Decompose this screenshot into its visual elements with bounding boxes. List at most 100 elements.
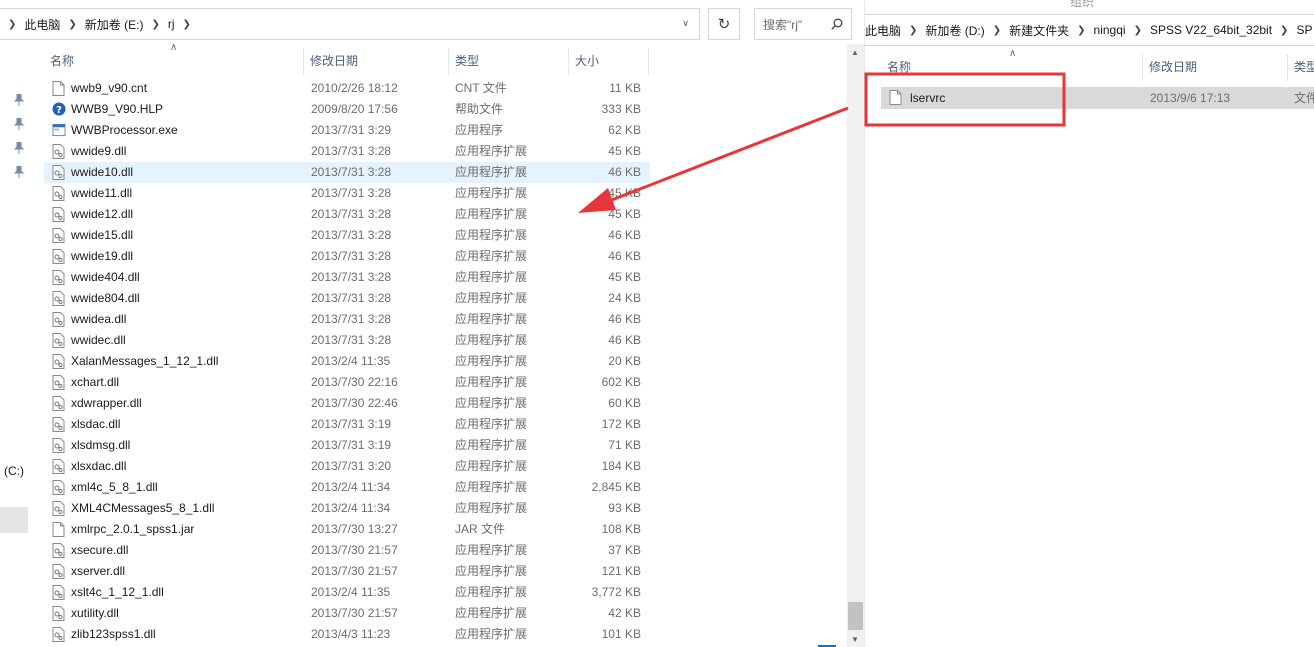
file-name[interactable]: lservrc bbox=[910, 87, 945, 109]
file-row[interactable]: xlsxdac.dll 2013/7/31 3:20 应用程序扩展 184 KB bbox=[44, 456, 650, 477]
file-name[interactable]: WWBProcessor.exe bbox=[71, 120, 178, 141]
breadcrumb-chevron-icon[interactable]: ❯ bbox=[909, 25, 917, 36]
file-name[interactable]: wwide10.dll bbox=[71, 162, 133, 183]
file-row[interactable]: lservrc 2013/9/6 17:13 文件 bbox=[881, 87, 1314, 109]
file-row[interactable]: wwb9_v90.cnt 2010/2/26 18:12 CNT 文件 11 KB bbox=[44, 78, 650, 99]
file-row[interactable]: WWBProcessor.exe 2013/7/31 3:29 应用程序 62 KB bbox=[44, 120, 650, 141]
file-name[interactable]: wwide19.dll bbox=[71, 246, 133, 267]
address-bar[interactable]: 此电脑 ❯ 新加卷 (D:) ❯ 新建文件夹 ❯ ningqi ❯ SPSS V… bbox=[865, 14, 1314, 46]
column-header-name[interactable]: 名称 bbox=[44, 48, 304, 75]
file-row[interactable]: XML4CMessages5_8_1.dll 2013/2/4 11:34 应用程序… bbox=[44, 498, 650, 519]
file-name[interactable]: xlsxdac.dll bbox=[71, 456, 126, 477]
file-row[interactable]: XalanMessages_1_12_1.dll 2013/2/4 11:35 应用… bbox=[44, 351, 650, 372]
file-type: 应用程序扩展 bbox=[455, 627, 528, 641]
pin-icon[interactable] bbox=[14, 94, 24, 106]
scroll-down-arrow-icon[interactable]: ▼ bbox=[851, 635, 859, 644]
file-name[interactable]: xml4c_5_8_1.dll bbox=[71, 477, 158, 498]
file-row[interactable]: wwide12.dll 2013/7/31 3:28 应用程序扩展 45 KB bbox=[44, 204, 650, 225]
file-row[interactable]: wwidea.dll 2013/7/31 3:28 应用程序扩展 46 KB bbox=[44, 309, 650, 330]
column-header-date[interactable]: 修改日期 bbox=[1143, 54, 1288, 81]
breadcrumb-chevron-icon[interactable]: ❯ bbox=[1280, 25, 1288, 36]
file-row[interactable]: wwide19.dll 2013/7/31 3:28 应用程序扩展 46 KB bbox=[44, 246, 650, 267]
file-name[interactable]: xserver.dll bbox=[71, 561, 125, 582]
scrollbar-thumb[interactable] bbox=[848, 602, 863, 630]
file-name[interactable]: xlsdac.dll bbox=[71, 414, 120, 435]
breadcrumb-this-pc[interactable]: 此电脑 bbox=[865, 22, 901, 39]
file-row[interactable]: wwide15.dll 2013/7/31 3:28 应用程序扩展 46 KB bbox=[44, 225, 650, 246]
ribbon-organize-label[interactable]: 组织 bbox=[1070, 0, 1094, 10]
breadcrumb-chevron-icon[interactable]: ❯ bbox=[993, 25, 1001, 36]
file-name[interactable]: xchart.dll bbox=[71, 372, 119, 393]
file-row[interactable]: xslt4c_1_12_1.dll 2013/2/4 11:35 应用程序扩展 3,7… bbox=[44, 582, 650, 603]
search-icon[interactable] bbox=[831, 18, 843, 30]
file-name[interactable]: xdwrapper.dll bbox=[71, 393, 142, 414]
file-list: wwb9_v90.cnt 2010/2/26 18:12 CNT 文件 11 KB? W… bbox=[44, 78, 650, 645]
file-row[interactable]: xchart.dll 2013/7/30 22:16 应用程序扩展 602 KB bbox=[44, 372, 650, 393]
file-name[interactable]: wwide804.dll bbox=[71, 288, 140, 309]
vertical-scrollbar[interactable]: ▲ ▼ bbox=[847, 44, 864, 647]
file-row[interactable]: xsecure.dll 2013/7/30 21:57 应用程序扩展 37 KB bbox=[44, 540, 650, 561]
file-row[interactable]: wwidec.dll 2013/7/31 3:28 应用程序扩展 46 KB bbox=[44, 330, 650, 351]
file-row[interactable]: wwide10.dll 2013/7/31 3:28 应用程序扩展 46 KB bbox=[44, 162, 650, 183]
breadcrumb-drive-e[interactable]: 新加卷 (E:) bbox=[85, 16, 144, 33]
file-row[interactable]: xmlrpc_2.0.1_spss1.jar 2013/7/30 13:27 JAR… bbox=[44, 519, 650, 540]
pin-icon[interactable] bbox=[14, 142, 24, 154]
breadcrumb-chevron-icon[interactable]: ❯ bbox=[1134, 25, 1142, 36]
file-name[interactable]: wwide12.dll bbox=[71, 204, 133, 225]
breadcrumb-spss-folder[interactable]: SPSS V22_64bit_32bit bbox=[1150, 23, 1272, 37]
file-name[interactable]: wwide11.dll bbox=[71, 183, 132, 204]
file-name[interactable]: WWB9_V90.HLP bbox=[71, 99, 163, 120]
nav-item-selected[interactable] bbox=[0, 507, 28, 533]
file-row[interactable]: zlib123spss1.dll 2013/4/3 11:23 应用程序扩展 101 … bbox=[44, 624, 650, 645]
breadcrumb-chevron-icon[interactable]: ❯ bbox=[1077, 25, 1085, 36]
file-name[interactable]: XalanMessages_1_12_1.dll bbox=[71, 351, 218, 372]
file-name[interactable]: wwb9_v90.cnt bbox=[71, 78, 147, 99]
file-row[interactable]: xdwrapper.dll 2013/7/30 22:46 应用程序扩展 60 KB bbox=[44, 393, 650, 414]
file-name[interactable]: wwide15.dll bbox=[71, 225, 133, 246]
breadcrumb-drive-d[interactable]: 新加卷 (D:) bbox=[925, 22, 984, 39]
pin-icon[interactable] bbox=[14, 166, 24, 178]
file-row[interactable]: xml4c_5_8_1.dll 2013/2/4 11:34 应用程序扩展 2,845… bbox=[44, 477, 650, 498]
address-bar[interactable]: ❯ 此电脑 ❯ 新加卷 (E:) ❯ rj ❯ ∨ bbox=[0, 8, 700, 40]
file-name[interactable]: wwidea.dll bbox=[71, 309, 126, 330]
breadcrumb-chevron-icon[interactable]: ❯ bbox=[8, 19, 16, 30]
file-row[interactable]: wwide11.dll 2013/7/31 3:28 应用程序扩展 45 KB bbox=[44, 183, 650, 204]
file-name[interactable]: xsecure.dll bbox=[71, 540, 128, 561]
column-header-date[interactable]: 修改日期 bbox=[304, 48, 449, 75]
column-header-size[interactable]: 大小 bbox=[569, 48, 649, 75]
file-name[interactable]: xutility.dll bbox=[71, 603, 119, 624]
file-name[interactable]: XML4CMessages5_8_1.dll bbox=[71, 498, 214, 519]
file-name[interactable]: xslt4c_1_12_1.dll bbox=[71, 582, 164, 603]
refresh-button[interactable]: ↻ bbox=[708, 8, 740, 40]
breadcrumb-chevron-icon[interactable]: ❯ bbox=[68, 19, 76, 30]
file-name[interactable]: xlsdmsg.dll bbox=[71, 435, 130, 456]
address-history-chevron-down-icon[interactable]: ∨ bbox=[682, 18, 689, 29]
file-name[interactable]: wwidec.dll bbox=[71, 330, 126, 351]
file-name[interactable]: wwide404.dll bbox=[71, 267, 140, 288]
breadcrumb-this-pc[interactable]: 此电脑 bbox=[24, 16, 60, 33]
nav-item-c-drive[interactable]: (C:) bbox=[4, 464, 24, 478]
breadcrumb-chevron-icon[interactable]: ❯ bbox=[151, 19, 159, 30]
scroll-up-arrow-icon[interactable]: ▲ bbox=[851, 48, 859, 57]
file-row[interactable]: xutility.dll 2013/7/30 21:57 应用程序扩展 42 KB bbox=[44, 603, 650, 624]
pin-icon[interactable] bbox=[14, 118, 24, 130]
file-row[interactable]: wwide804.dll 2013/7/31 3:28 应用程序扩展 24 KB bbox=[44, 288, 650, 309]
file-row[interactable]: xserver.dll 2013/7/30 21:57 应用程序扩展 121 KB bbox=[44, 561, 650, 582]
file-row[interactable]: xlsdac.dll 2013/7/31 3:19 应用程序扩展 172 KB bbox=[44, 414, 650, 435]
file-name[interactable]: wwide9.dll bbox=[71, 141, 126, 162]
search-box[interactable]: 搜索"rj" bbox=[754, 8, 852, 40]
breadcrumb-ningqi[interactable]: ningqi bbox=[1094, 23, 1126, 37]
file-row[interactable]: wwide9.dll 2013/7/31 3:28 应用程序扩展 45 KB bbox=[44, 141, 650, 162]
column-header-name[interactable]: 名称 bbox=[881, 54, 1143, 81]
breadcrumb-new-folder[interactable]: 新建文件夹 bbox=[1009, 22, 1069, 39]
file-name[interactable]: zlib123spss1.dll bbox=[71, 624, 156, 645]
file-row[interactable]: ? WWB9_V90.HLP 2009/8/20 17:56 帮助文件 333 KB bbox=[44, 99, 650, 120]
breadcrumb-folder-rj[interactable]: rj bbox=[168, 17, 175, 31]
file-name[interactable]: xmlrpc_2.0.1_spss1.jar bbox=[71, 519, 194, 540]
column-header-type[interactable]: 类型 bbox=[1288, 54, 1314, 81]
file-row[interactable]: wwide404.dll 2013/7/31 3:28 应用程序扩展 45 KB bbox=[44, 267, 650, 288]
column-header-type[interactable]: 类型 bbox=[449, 48, 569, 75]
breadcrumb-spss-subfolder[interactable]: SP bbox=[1296, 23, 1312, 37]
file-row[interactable]: xlsdmsg.dll 2013/7/31 3:19 应用程序扩展 71 KB bbox=[44, 435, 650, 456]
breadcrumb-chevron-icon[interactable]: ❯ bbox=[183, 19, 191, 30]
